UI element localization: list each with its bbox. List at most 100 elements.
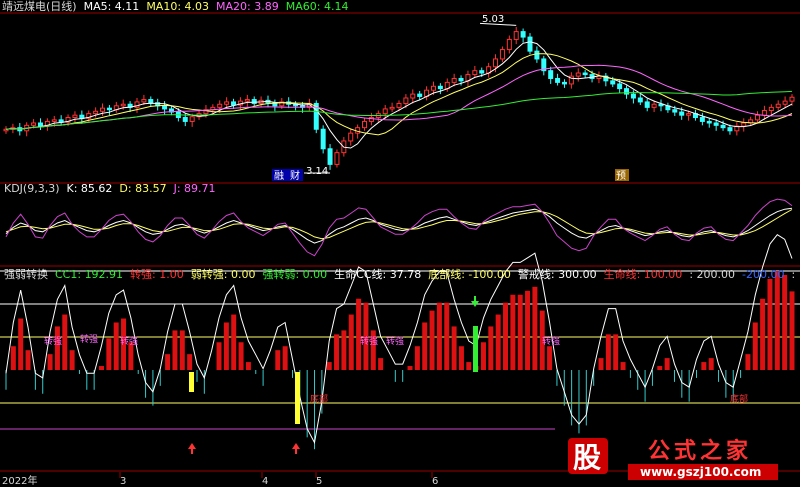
strength-bar [466, 362, 472, 370]
candle-body [741, 122, 747, 127]
legend-item: 转强: 1.00 [130, 267, 184, 281]
strength-bar [275, 350, 281, 370]
candlestick-series [3, 22, 795, 174]
legend-item: KDJ(9,3,3) [4, 182, 60, 195]
candle-body [575, 72, 581, 77]
candle-body [699, 117, 705, 122]
candle-body [644, 101, 650, 108]
buy-arrow-icon [188, 443, 196, 454]
strong-label: 转强 [360, 335, 378, 347]
event-tag-finance[interactable]: 财 [289, 169, 303, 182]
strength-bar [436, 302, 442, 370]
strength-bar [238, 342, 244, 370]
strength-bar [458, 346, 464, 370]
legend-item: 靖远煤电(日线) [2, 0, 77, 13]
strength-bar [782, 274, 788, 370]
moving-average-lines [5, 41, 793, 149]
kdj-legend: KDJ(9,3,3) K: 85.62 D: 83.57 J: 89.71 [4, 182, 216, 195]
candle-body [251, 99, 257, 104]
legend-item: 强弱转换 [4, 267, 48, 281]
strength-bar [187, 354, 193, 370]
event-tag-margin-text: 融 [274, 170, 284, 182]
candle-body [106, 107, 112, 111]
candle-body [720, 124, 726, 129]
strength-bar [245, 362, 251, 370]
legend-item: -200.00 [742, 268, 784, 281]
legend-item: J: 89.71 [173, 182, 216, 195]
strength-bar [106, 338, 112, 370]
x-tick-label: 3 [120, 476, 126, 487]
candle-body [472, 70, 478, 76]
candle-body [499, 49, 505, 60]
candle-body [437, 85, 443, 90]
strength-bar [745, 354, 751, 370]
x-tick-label: 5 [316, 476, 322, 487]
strength-bar [223, 322, 229, 370]
strength-bar [664, 358, 670, 370]
ma10-line [5, 53, 793, 136]
x-tick-label: 2022年 [2, 474, 37, 487]
candle-body [100, 107, 106, 112]
candle-body [555, 77, 561, 83]
legend-item: D: 83.57 [119, 182, 166, 195]
legend-item: 强转弱: 0.00 [262, 267, 327, 281]
legend-item: K: 85.62 [67, 182, 113, 195]
strong-label: 转强 [44, 335, 62, 347]
strength-bar [414, 346, 420, 370]
candle-body [148, 99, 154, 104]
strength-bar [444, 302, 450, 370]
candle-body [244, 99, 250, 102]
strong-label: 转强 [80, 333, 98, 345]
strong-label: 转强 [120, 335, 138, 347]
candle-body [520, 31, 526, 38]
candle-body [527, 36, 533, 52]
candle-body [189, 116, 195, 122]
event-tag-margin[interactable]: 融 [272, 169, 289, 182]
candle-body [224, 101, 230, 105]
strength-bar [598, 358, 604, 370]
bottom-label-b: 底部 [730, 393, 748, 405]
bottom-label-a: 底部 [310, 393, 328, 405]
strength-bar [47, 354, 53, 370]
strength-bar [774, 271, 780, 370]
candle-body [162, 105, 168, 110]
candle-body [679, 111, 685, 116]
candle-body [320, 128, 326, 150]
candle-body [217, 103, 223, 108]
candle-body [706, 120, 712, 124]
watermark-logo-text: 股 [573, 441, 601, 474]
candle-body [51, 119, 57, 122]
candle-body [479, 70, 485, 74]
candle-body [417, 93, 423, 97]
candle-body [93, 110, 99, 115]
strength-bar [503, 302, 509, 370]
strength-bar [789, 291, 795, 370]
legend-item: MA5: 4.11 [84, 0, 140, 13]
strength-bar [231, 314, 237, 370]
event-tag-finance-text: 财 [290, 169, 300, 182]
strength-bar [767, 278, 773, 370]
kdj-k-line [5, 207, 793, 244]
candle-body [72, 114, 78, 119]
event-tag-forecast[interactable]: 预 [615, 169, 629, 182]
candle-body [458, 77, 464, 82]
strength-bar [62, 314, 68, 370]
strength-bar [348, 314, 354, 370]
strength-bar [69, 350, 75, 370]
legend-item: MA60: 4.14 [286, 0, 349, 13]
sell-arrow-icon [471, 296, 479, 307]
strength-bar [326, 362, 332, 370]
candle-body [493, 58, 499, 68]
watermark-title: 公式之家 [648, 438, 752, 464]
candle-body [768, 106, 774, 111]
strength-bar [488, 326, 494, 370]
strong-to-weak-bar [473, 326, 478, 372]
watermark-logo: 股 [568, 438, 608, 474]
candle-body [672, 109, 678, 113]
candle-body [79, 114, 85, 119]
strength-bar [429, 310, 435, 370]
candle-body [334, 152, 340, 165]
strength-bar [510, 294, 516, 370]
strength-bar [356, 298, 362, 370]
candle-body [713, 122, 719, 126]
